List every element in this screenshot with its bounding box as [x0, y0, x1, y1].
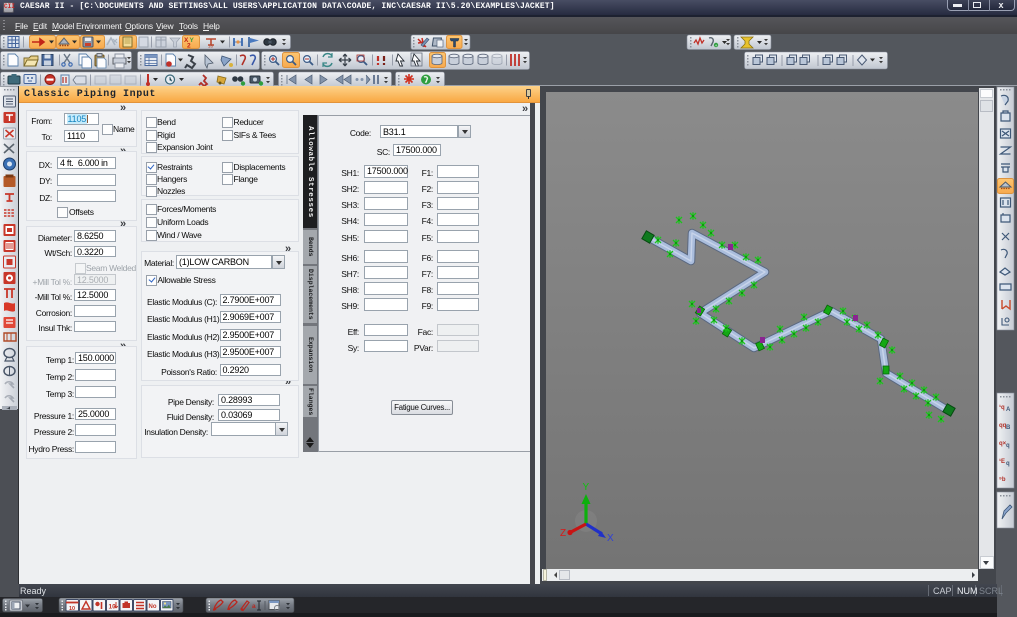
svg-text:⁹b: ⁹b	[999, 477, 1006, 483]
svg-text:Y: Y	[583, 482, 590, 493]
svg-text:+: +	[715, 43, 718, 48]
svg-text:18: 18	[208, 44, 214, 49]
svg-text:¹E: ¹E	[999, 458, 1005, 465]
svg-text:No: No	[149, 604, 157, 610]
svg-text:a: a	[252, 603, 256, 610]
svg-text:q: q	[1006, 461, 1010, 467]
svg-text:Z: Z	[560, 528, 566, 539]
svg-text:¹q: ¹q	[999, 404, 1005, 411]
svg-text:X: X	[607, 533, 614, 544]
svg-text:q: q	[1006, 443, 1010, 449]
svg-text:B: B	[1006, 425, 1011, 431]
svg-text:2: 2	[187, 43, 191, 50]
svg-text:10: 10	[69, 606, 75, 612]
svg-text:A: A	[1006, 407, 1011, 413]
